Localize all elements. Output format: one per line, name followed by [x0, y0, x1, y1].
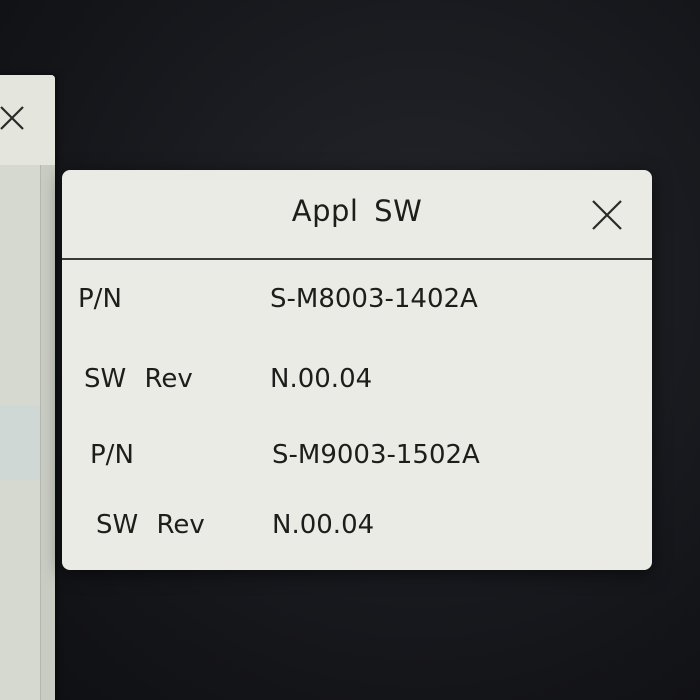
- close-button[interactable]: [590, 198, 624, 232]
- part-number-value: S-M9003-1502A: [272, 440, 480, 470]
- close-icon: [0, 106, 24, 130]
- background-window-edge: [40, 165, 55, 700]
- part-number-label: P/N: [78, 284, 122, 314]
- sw-rev-value: N.00.04: [272, 510, 375, 540]
- info-row-sw-rev-2: SW Rev N.00.04: [62, 510, 652, 550]
- sw-rev-label: SW Rev: [96, 510, 205, 540]
- close-icon: [592, 200, 622, 230]
- sw-rev-label: SW Rev: [84, 364, 193, 394]
- info-row-part-number-2: P/N S-M9003-1502A: [62, 440, 652, 480]
- info-row-part-number-1: P/N S-M8003-1402A: [62, 284, 652, 324]
- screen: Appl SW P/N S-M8003-1402A SW Rev N.00.04…: [0, 0, 700, 700]
- sw-rev-value: N.00.04: [270, 364, 373, 394]
- part-number-label: P/N: [90, 440, 134, 470]
- part-number-value: S-M8003-1402A: [270, 284, 478, 314]
- appl-sw-dialog: Appl SW P/N S-M8003-1402A SW Rev N.00.04…: [62, 170, 652, 570]
- dialog-titlebar: Appl SW: [62, 170, 652, 260]
- info-row-sw-rev-1: SW Rev N.00.04: [62, 364, 652, 404]
- background-window-close-button[interactable]: [0, 105, 25, 131]
- dialog-title: Appl SW: [291, 194, 423, 228]
- background-window[interactable]: [0, 75, 55, 700]
